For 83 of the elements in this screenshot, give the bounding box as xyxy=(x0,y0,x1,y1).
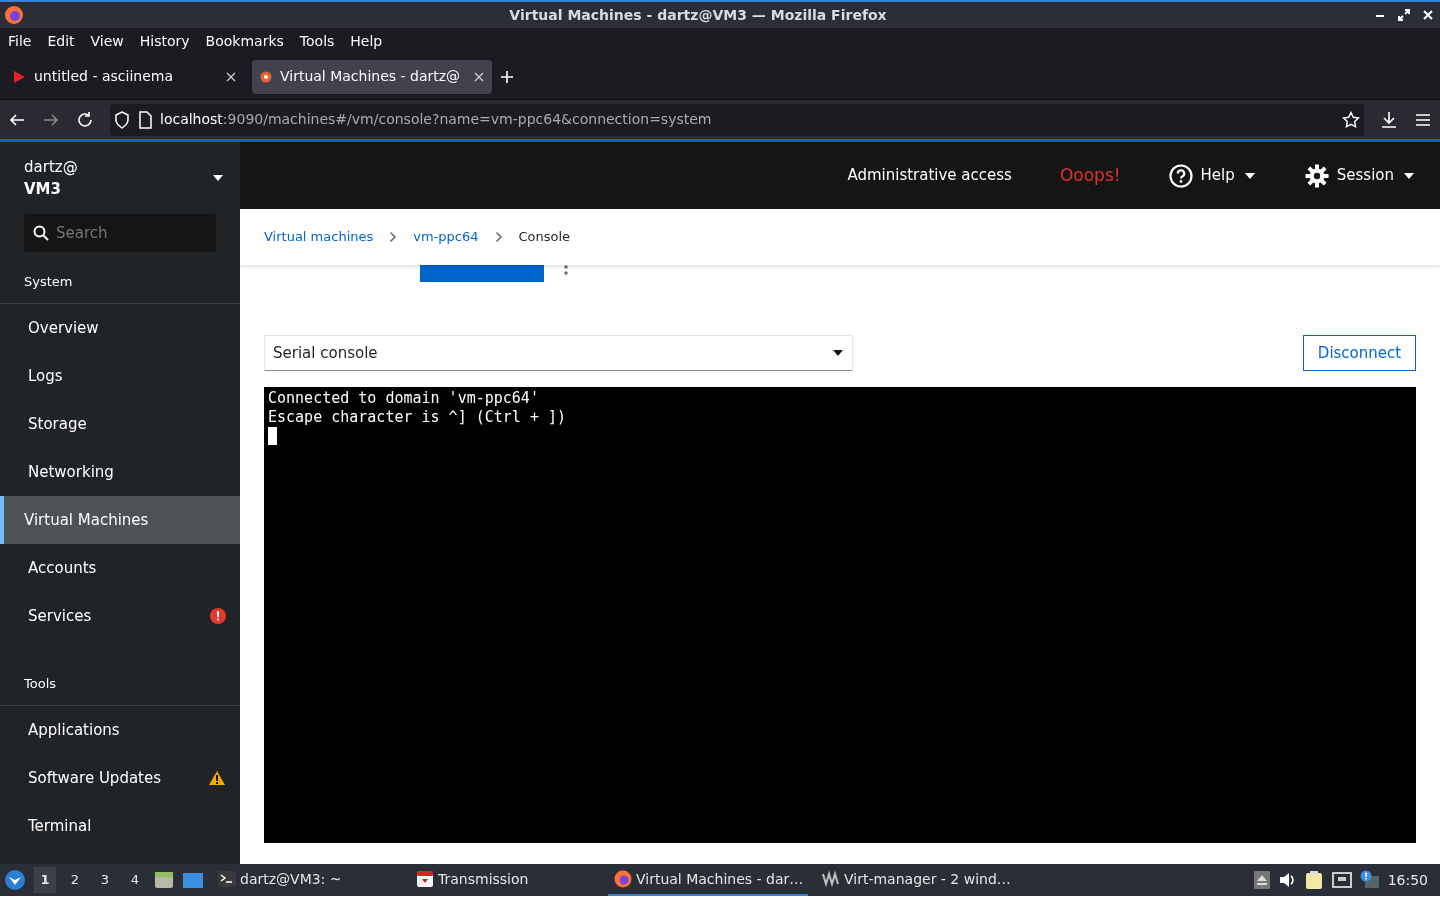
chevron-icon xyxy=(389,231,398,243)
download-box-icon xyxy=(416,870,434,888)
kebab-icon[interactable] xyxy=(564,265,568,275)
sidebar-item[interactable]: Networking xyxy=(0,448,240,496)
section-heading: Tools xyxy=(24,674,57,693)
host-user: dartz@ xyxy=(24,156,79,178)
disconnect-button[interactable]: Disconnect xyxy=(1303,335,1416,371)
new-tab-icon[interactable] xyxy=(500,69,514,84)
volume-icon[interactable] xyxy=(1277,871,1296,889)
play-icon xyxy=(12,69,26,84)
caret-icon xyxy=(212,174,224,182)
gear-icon xyxy=(1304,163,1329,188)
desktop-icon[interactable] xyxy=(182,871,204,889)
menu-item[interactable]: Help xyxy=(350,30,383,52)
breadcrumb-current: Console xyxy=(518,228,571,247)
menu-item[interactable]: Edit xyxy=(47,30,75,52)
maximize-icon[interactable] xyxy=(1396,7,1412,23)
workspace-button[interactable]: 2 xyxy=(64,867,86,893)
terminal-line: Connected to domain 'vm-ppc64' xyxy=(268,389,540,408)
star-icon[interactable] xyxy=(1342,110,1360,129)
session-menu[interactable]: Session xyxy=(1304,163,1416,188)
caret-icon xyxy=(1242,171,1257,180)
sidebar-item[interactable]: Storage xyxy=(0,400,240,448)
menu-item[interactable]: Bookmarks xyxy=(205,30,284,52)
window-title: Virtual Machines - dartz@VM3 — Mozilla Firefox xyxy=(508,5,888,25)
host-name: VM3 xyxy=(24,179,62,200)
host-switcher[interactable]: dartz@ VM3 xyxy=(0,142,240,214)
cockpit-icon xyxy=(260,70,272,83)
taskbar-task[interactable]: Virtual Machines - dar… xyxy=(608,864,808,896)
reload-icon[interactable] xyxy=(76,110,94,129)
error-label[interactable]: Ooops! xyxy=(1059,162,1121,189)
terminal-line: Escape character is ^] (Ctrl + ]) xyxy=(268,408,567,427)
search-field[interactable]: Search xyxy=(24,214,216,252)
sidebar-item[interactable]: Terminal xyxy=(0,802,240,850)
close-icon[interactable] xyxy=(474,71,484,82)
browser-tab[interactable]: Virtual Machines - dartz@ xyxy=(252,59,492,94)
menu-item[interactable]: View xyxy=(90,30,124,52)
caret-icon xyxy=(1402,171,1416,180)
sidebar-item[interactable]: Software Updates xyxy=(0,754,240,802)
notification-icon[interactable] xyxy=(1359,870,1380,890)
terminal-screen[interactable]: Connected to domain 'vm-ppc64' Escape character is ^] (Ctrl + ]) xyxy=(264,387,1416,843)
help-menu[interactable]: Help xyxy=(1168,163,1257,188)
caret-icon xyxy=(832,349,844,357)
sidebar-item[interactable]: Applications xyxy=(0,706,240,754)
eject-icon[interactable] xyxy=(1253,871,1270,889)
address-field[interactable]: localhost:9090/machines#/vm/console?name=vm-ppc64&connection=system xyxy=(110,103,1364,136)
firefox-icon xyxy=(614,870,632,888)
file-manager-icon[interactable] xyxy=(154,871,174,889)
firefox-icon xyxy=(4,5,24,25)
terminal-cursor xyxy=(268,427,277,445)
breadcrumb-link[interactable]: Virtual machines xyxy=(264,227,374,247)
workspace-button[interactable]: 3 xyxy=(94,867,116,893)
sidebar-item[interactable]: Services xyxy=(0,592,240,640)
menu-item[interactable]: File xyxy=(8,30,32,52)
sidebar-item[interactable]: Accounts xyxy=(0,544,240,592)
terminal-icon xyxy=(218,870,236,888)
search-icon xyxy=(33,225,49,241)
close-icon[interactable] xyxy=(226,71,236,82)
network-icon[interactable] xyxy=(1331,871,1352,889)
url-text: localhost:9090/machines#/vm/console?name=vm-ppc64&connection=system xyxy=(160,110,712,129)
stripes-icon xyxy=(822,870,840,888)
breadcrumb-link[interactable]: vm-ppc64 xyxy=(413,227,479,247)
download-icon[interactable] xyxy=(1380,110,1398,129)
page-icon xyxy=(138,110,152,129)
clock: 16:50 xyxy=(1387,870,1429,890)
menu-item[interactable]: Tools xyxy=(299,30,335,52)
browser-tab[interactable]: untitled - asciinema xyxy=(4,59,244,94)
sidebar-item[interactable]: Virtual Machines xyxy=(0,496,240,544)
sidebar-item[interactable]: Logs xyxy=(0,352,240,400)
taskbar-task[interactable]: dartz@VM3: ~ xyxy=(212,864,402,896)
start-menu-icon[interactable] xyxy=(4,869,26,891)
shield-icon xyxy=(114,110,130,129)
clipboard-icon[interactable] xyxy=(1303,870,1324,890)
help-icon xyxy=(1168,163,1193,188)
section-heading: System xyxy=(24,272,73,291)
menu-item[interactable]: History xyxy=(139,30,190,52)
taskbar-task[interactable]: Transmission xyxy=(410,864,600,896)
access-level-label[interactable]: Administrative access xyxy=(847,164,1012,187)
chevron-icon xyxy=(494,231,503,243)
workspace-button[interactable]: 1 xyxy=(34,867,56,893)
workspace-button[interactable]: 4 xyxy=(124,867,146,893)
sidebar-item[interactable]: Overview xyxy=(0,304,240,352)
console-type-select[interactable]: Serial console xyxy=(264,335,853,371)
